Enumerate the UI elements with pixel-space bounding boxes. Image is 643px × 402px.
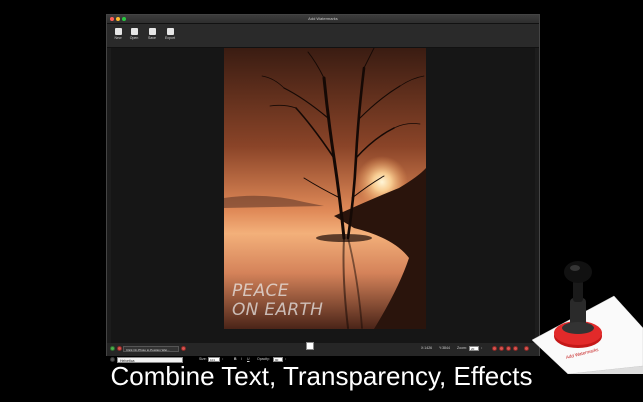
toolbar: New Open Save Export bbox=[107, 24, 539, 48]
export-icon bbox=[166, 28, 174, 35]
bottom-controls: Click On Photo to Position Wat... Helvet… bbox=[107, 343, 539, 363]
app-window: Add Watermarks New Open Save Export PEAC… bbox=[106, 14, 540, 363]
color-swatch[interactable] bbox=[306, 342, 314, 350]
watermark-line-2: ON EARTH bbox=[232, 300, 324, 320]
export-button-label: Export bbox=[164, 36, 176, 40]
zoom-input[interactable]: 20 bbox=[469, 346, 479, 351]
new-button-label: New bbox=[114, 36, 122, 40]
title-bar: Add Watermarks bbox=[107, 15, 539, 24]
save-button[interactable]: Save bbox=[145, 26, 159, 44]
position-hint-field[interactable]: Click On Photo to Position Wat... bbox=[123, 346, 179, 352]
new-document-icon bbox=[114, 28, 122, 35]
save-button-label: Save bbox=[148, 36, 156, 40]
photo-canvas[interactable]: PEACE ON EARTH bbox=[111, 48, 535, 343]
window-title: Add Watermarks bbox=[308, 16, 338, 21]
watermark-text[interactable]: PEACE ON EARTH bbox=[232, 282, 323, 320]
clear-position-icon[interactable] bbox=[181, 346, 186, 351]
zoom-stepper-icon[interactable]: ↕ bbox=[481, 346, 483, 351]
export-button[interactable]: Export bbox=[163, 26, 177, 44]
open-folder-icon bbox=[130, 28, 138, 35]
zoom-fit-icon[interactable] bbox=[506, 346, 511, 351]
remove-watermark-icon[interactable] bbox=[117, 346, 122, 351]
zoom-actual-icon[interactable] bbox=[513, 346, 518, 351]
new-button[interactable]: New bbox=[111, 26, 125, 44]
watermark-line-1: PEACE bbox=[232, 281, 289, 301]
save-icon bbox=[148, 28, 156, 35]
app-logo-stamp: Add Watermarks bbox=[531, 261, 643, 374]
zoom-label: Zoom: bbox=[457, 346, 467, 350]
promo-caption: Combine Text, Transparency, Effects bbox=[110, 361, 533, 391]
zoom-out-icon[interactable] bbox=[499, 346, 504, 351]
open-button[interactable]: Open bbox=[127, 26, 141, 44]
x-coordinate: X:1426 bbox=[421, 346, 433, 350]
add-watermark-icon[interactable] bbox=[110, 346, 115, 351]
y-coordinate: Y:3844 bbox=[439, 346, 450, 350]
photo-preview[interactable]: PEACE ON EARTH bbox=[224, 48, 426, 329]
zoom-in-icon[interactable] bbox=[492, 346, 497, 351]
open-button-label: Open bbox=[129, 36, 139, 40]
